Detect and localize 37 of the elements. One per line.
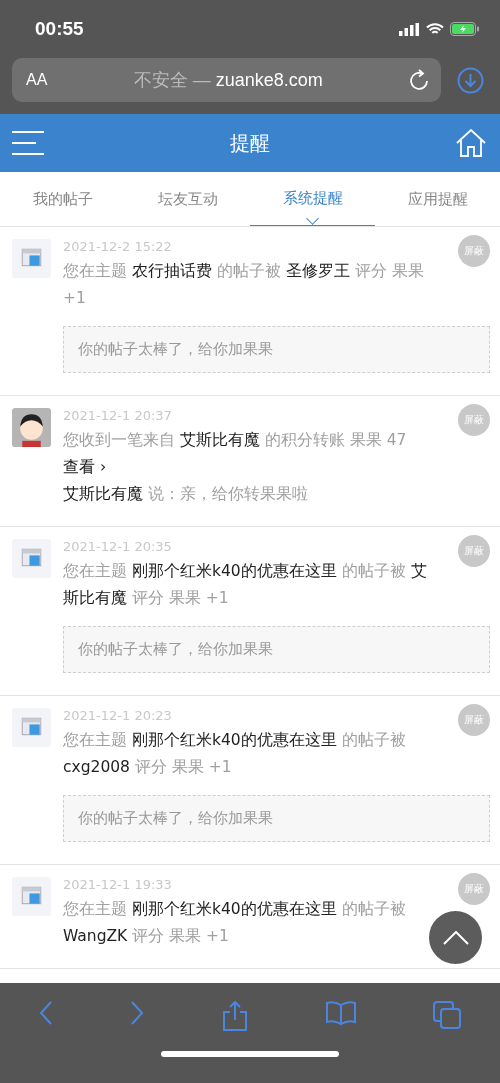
- notice-message: 您收到一笔来自 艾斯比有魔 的积分转账 果果 47 查看 ›: [63, 430, 408, 478]
- reload-icon[interactable]: [409, 69, 429, 91]
- share-icon[interactable]: [222, 1001, 248, 1031]
- notice-icon: [12, 877, 51, 916]
- battery-icon: [450, 22, 480, 36]
- bookmarks-icon[interactable]: [325, 1001, 356, 1025]
- notice-message: 您在主题 刚那个红米k40的优惠在这里 的帖子被 WangZK 评分 果果 +1: [63, 899, 407, 947]
- scroll-top-button[interactable]: [429, 911, 482, 964]
- home-icon[interactable]: [456, 129, 486, 157]
- status-time: 00:55: [35, 18, 84, 40]
- notice-icon: [12, 239, 51, 278]
- page-title: 提醒: [230, 129, 270, 157]
- tabs-icon[interactable]: [433, 1001, 462, 1029]
- notice-message: 您在主题 刚那个红米k40的优惠在这里 的帖子被 cxg2008 评分 果果 +1: [63, 730, 407, 778]
- quote-box: 你的帖子太棒了，给你加果果: [63, 326, 490, 373]
- notice-message: 您在主题 农行抽话费 的帖子被 圣修罗王 评分 果果 +1: [63, 261, 425, 309]
- forward-icon[interactable]: [130, 1001, 145, 1025]
- quote-box: 你的帖子太棒了，给你加果果: [63, 795, 490, 842]
- tab[interactable]: 坛友互动: [125, 172, 250, 226]
- address-bar[interactable]: AA 不安全 — zuanke8.com: [12, 58, 441, 102]
- back-icon[interactable]: [38, 1001, 53, 1025]
- download-icon[interactable]: [457, 66, 484, 94]
- notice-icon: [12, 539, 51, 578]
- signal-icon: [399, 22, 420, 36]
- quote-box: 你的帖子太棒了，给你加果果: [63, 626, 490, 673]
- notice-message: 您在主题 刚那个红米k40的优惠在这里 的帖子被 艾斯比有魔 评分 果果 +1: [63, 561, 428, 609]
- notice-note: 艾斯比有魔 说：亲，给你转果果啦: [63, 484, 309, 505]
- tab[interactable]: 系统提醒: [250, 172, 375, 226]
- notice-icon: [12, 708, 51, 747]
- avatar: [12, 408, 51, 447]
- tab[interactable]: 我的帖子: [0, 172, 125, 226]
- wifi-icon: [426, 22, 444, 36]
- text-size-button[interactable]: AA: [26, 71, 48, 89]
- url-text: 不安全 — zuanke8.com: [132, 69, 324, 92]
- menu-icon[interactable]: [12, 131, 44, 155]
- chevron-up-icon: [442, 930, 469, 945]
- tab[interactable]: 应用提醒: [375, 172, 500, 226]
